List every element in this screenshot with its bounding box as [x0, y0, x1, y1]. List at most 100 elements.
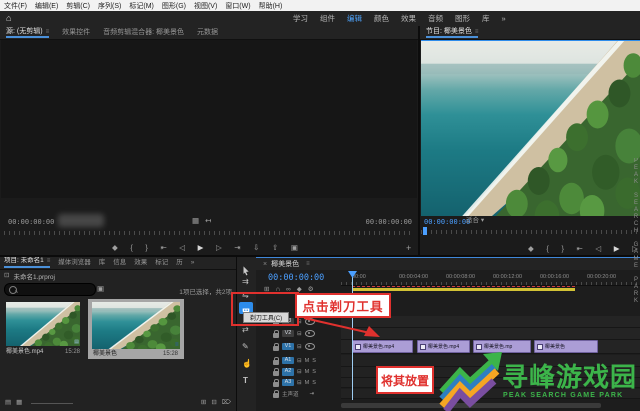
tab-media-browser[interactable]: 媒体浏览器: [58, 260, 91, 267]
hand-tool[interactable]: ☝: [242, 360, 252, 368]
add-marker-icon[interactable]: ◆: [112, 244, 118, 252]
tab-source-monitor[interactable]: 源: (无剪辑)≡: [6, 28, 49, 38]
workspace-tab-assembly[interactable]: 组件: [315, 13, 340, 24]
track-badge[interactable]: A3: [282, 379, 294, 387]
zoom-level-select[interactable]: 适合 ▾: [466, 218, 484, 225]
overwrite-icon[interactable]: ⇧: [272, 244, 278, 252]
lock-icon[interactable]: [273, 382, 279, 387]
zoom-slider[interactable]: [31, 403, 73, 404]
go-to-in-icon[interactable]: ⇤: [577, 245, 583, 253]
timeline-timecode[interactable]: 00:00:00:00: [268, 273, 324, 283]
end-icon[interactable]: ⇥: [310, 391, 315, 397]
menu-view[interactable]: 视图(V): [194, 1, 217, 11]
go-to-out-icon[interactable]: ⇥: [234, 244, 240, 252]
mute-button[interactable]: M: [305, 358, 310, 364]
tab-program-monitor[interactable]: 节目: 椰美景色≡: [426, 28, 478, 38]
lock-icon[interactable]: [273, 346, 279, 351]
menu-window[interactable]: 窗口(W): [225, 1, 250, 11]
delete-icon[interactable]: ⌦: [222, 400, 231, 407]
search-input[interactable]: [4, 283, 96, 296]
menu-clip[interactable]: 剪辑(C): [66, 1, 90, 11]
tab-libraries[interactable]: 库: [99, 260, 106, 267]
pen-tool[interactable]: ✎: [242, 343, 249, 351]
tab-markers[interactable]: 标记: [155, 260, 168, 267]
track-badge[interactable]: A2: [282, 368, 294, 376]
eye-icon[interactable]: [305, 343, 315, 350]
workspace-tab-learning[interactable]: 学习: [288, 13, 313, 24]
program-playhead[interactable]: [423, 227, 427, 235]
workspace-tab-editing[interactable]: 编辑: [342, 13, 367, 24]
workspace-tab-audio[interactable]: 音频: [423, 13, 448, 24]
menu-edit[interactable]: 编辑(E): [35, 1, 58, 11]
lock-icon[interactable]: [273, 393, 279, 398]
slip-tool[interactable]: ⇄: [242, 326, 249, 334]
export-frame-icon[interactable]: ▣: [291, 244, 298, 252]
tab-history[interactable]: 历: [176, 260, 183, 267]
mute-button[interactable]: M: [305, 380, 310, 386]
playhead-head[interactable]: [348, 271, 357, 278]
workspace-tab-graphics[interactable]: 图形: [450, 13, 475, 24]
breadcrumb[interactable]: ⊡ 未命名1.prproj: [4, 271, 55, 281]
track-select-tool[interactable]: ⇉: [242, 278, 249, 286]
step-back-icon[interactable]: ◁: [179, 244, 185, 252]
mark-in-icon[interactable]: {: [130, 244, 133, 252]
play-icon[interactable]: ▶: [614, 245, 620, 253]
source-insert-format-icon[interactable]: ↤: [205, 217, 211, 225]
sync-lock-icon[interactable]: ⊟: [297, 369, 302, 375]
panel-menu-icon[interactable]: ≡: [47, 258, 51, 264]
mark-in-icon[interactable]: {: [546, 245, 549, 253]
new-item-icon[interactable]: ⊟: [211, 400, 216, 407]
menu-help[interactable]: 帮助(H): [259, 1, 283, 11]
lock-icon[interactable]: [273, 333, 279, 338]
work-area-bar[interactable]: [352, 288, 575, 291]
sync-lock-icon[interactable]: ⊟: [297, 344, 302, 350]
tab-metadata[interactable]: 元数据: [197, 29, 218, 36]
tab-info[interactable]: 信息: [113, 260, 126, 267]
track-badge[interactable]: A1: [282, 357, 294, 365]
home-icon[interactable]: ⌂: [6, 13, 11, 23]
tabs-overflow[interactable]: »: [191, 260, 195, 267]
program-video-frame[interactable]: [421, 40, 640, 216]
source-scrubber[interactable]: [4, 231, 414, 235]
workspace-tabs-overflow[interactable]: »: [497, 14, 511, 23]
insert-icon[interactable]: ⇩: [253, 244, 259, 252]
close-icon[interactable]: ×: [263, 261, 267, 268]
tab-effect-controls[interactable]: 效果控件: [62, 29, 90, 36]
program-scrubber[interactable]: [421, 230, 640, 234]
lock-icon[interactable]: [273, 360, 279, 365]
lock-icon[interactable]: [273, 371, 279, 376]
timeline-tab[interactable]: × 椰美景色 ≡: [256, 258, 640, 270]
go-to-in-icon[interactable]: ⇤: [160, 244, 166, 252]
filter-bin-icon[interactable]: ▣: [97, 285, 104, 293]
mark-out-icon[interactable]: }: [145, 244, 148, 252]
menu-marker[interactable]: 标记(M): [129, 1, 154, 11]
track-header-a2[interactable]: A2 ⊟ M S: [268, 367, 345, 377]
solo-button[interactable]: S: [312, 358, 316, 364]
button-editor-icon[interactable]: +: [406, 244, 411, 253]
project-item-clip[interactable]: ▤: [6, 302, 80, 346]
sync-lock-icon[interactable]: ⊟: [297, 380, 302, 386]
panel-menu-icon[interactable]: ≡: [306, 261, 310, 267]
workspace-tab-color[interactable]: 颜色: [369, 13, 394, 24]
mark-out-icon[interactable]: }: [561, 245, 564, 253]
new-bin-icon[interactable]: ⊞: [201, 400, 206, 407]
workspace-tab-effects[interactable]: 效果: [396, 13, 421, 24]
tab-effects[interactable]: 效果: [134, 260, 147, 267]
mute-button[interactable]: M: [305, 369, 310, 375]
menu-graphics[interactable]: 图形(G): [162, 1, 186, 11]
step-back-icon[interactable]: ◁: [595, 245, 601, 253]
menu-file[interactable]: 文件(F): [4, 1, 27, 11]
timeline-clip-4[interactable]: 椰美景色: [534, 340, 598, 353]
source-settings-icon[interactable]: ▦: [192, 217, 199, 225]
sync-lock-icon[interactable]: ⊟: [297, 358, 302, 364]
panel-menu-icon[interactable]: ≡: [46, 29, 50, 35]
list-view-icon[interactable]: ▤: [5, 400, 11, 407]
track-header-a3[interactable]: A3 ⊟ M S: [268, 378, 345, 387]
play-icon[interactable]: ▶: [198, 244, 204, 252]
track-header-master[interactable]: 主声道 ⇥: [268, 389, 345, 398]
track-header-a1[interactable]: A1 ⊟ M S: [268, 355, 345, 366]
solo-button[interactable]: S: [312, 380, 316, 386]
panel-menu-icon[interactable]: ≡: [475, 29, 479, 35]
icon-view-icon[interactable]: ▦: [16, 400, 22, 407]
menu-sequence[interactable]: 序列(S): [98, 1, 121, 11]
